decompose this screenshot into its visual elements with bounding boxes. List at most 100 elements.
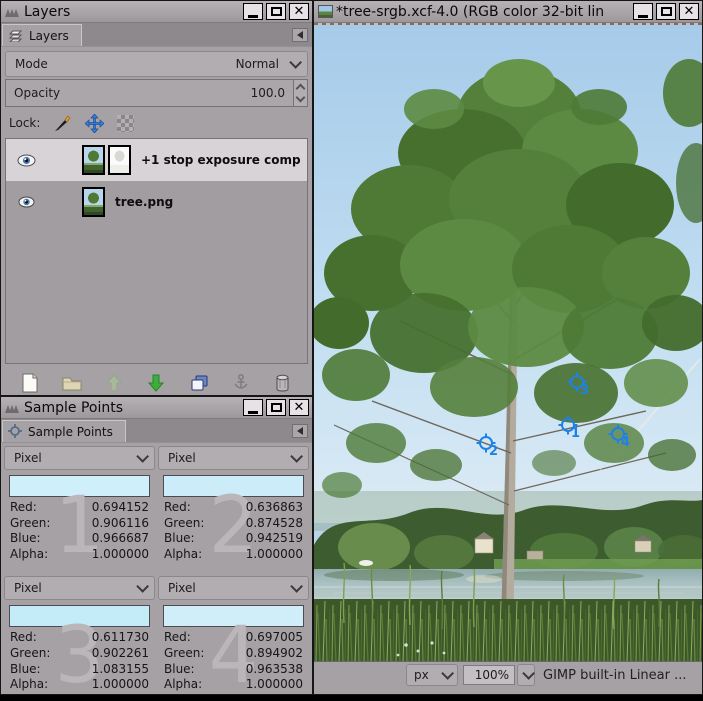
blue-label: Blue: <box>10 531 41 547</box>
sample4-card: 4 Red:0.697005 Green:0.894902 Blue:0.963… <box>158 602 309 698</box>
blue-label: Blue: <box>164 531 195 547</box>
opacity-slider[interactable]: Opacity 100.0 <box>5 79 293 107</box>
red-label: Red: <box>164 500 191 516</box>
minimize-button[interactable] <box>243 3 263 20</box>
sample3-mode-dropdown[interactable]: Pixel <box>4 576 155 600</box>
anchor-layer-button[interactable] <box>228 371 254 395</box>
new-group-button[interactable] <box>59 371 85 395</box>
lock-alpha-toggle[interactable] <box>117 115 134 132</box>
sample1-alpha-value: 1.000000 <box>92 547 149 563</box>
opacity-row: Opacity 100.0 <box>5 79 308 107</box>
layers-window: Layers ✕ Layers Mode Normal Opacity 100.… <box>0 0 313 396</box>
zoom-value: 100% <box>475 668 509 682</box>
sample-marker-number: 2 <box>489 444 498 459</box>
sample2-blue-value: 0.942519 <box>246 531 303 547</box>
sample-marker-2[interactable]: 2 <box>476 433 500 457</box>
chevron-down-icon <box>136 450 149 463</box>
sample-marker-1[interactable]: 1 <box>558 415 582 439</box>
minimize-button[interactable] <box>243 399 263 416</box>
layer-mode-dropdown[interactable]: Mode Normal <box>5 51 308 77</box>
visibility-toggle[interactable] <box>14 154 38 167</box>
opacity-value: 100.0 <box>251 86 285 100</box>
unit-value: px <box>414 668 429 682</box>
layer-row-exposure[interactable]: +1 stop exposure comp <box>6 139 307 181</box>
sample4-red-value: 0.697005 <box>246 630 303 646</box>
arrow-down-icon <box>147 374 165 392</box>
sample2-red-value: 0.636863 <box>246 500 303 516</box>
red-label: Red: <box>164 630 191 646</box>
minimize-button[interactable] <box>633 3 653 20</box>
lock-position-toggle[interactable] <box>85 114 104 133</box>
close-icon: ✕ <box>294 5 305 18</box>
tab-sample-points[interactable]: Sample Points <box>2 420 126 442</box>
sample4-mode-dropdown[interactable]: Pixel <box>158 576 309 600</box>
layers-stack-icon <box>8 29 24 42</box>
sample2-mode-dropdown[interactable]: Pixel <box>158 446 309 470</box>
zoom-input[interactable]: 100% <box>463 665 515 685</box>
close-button[interactable]: ✕ <box>289 3 309 20</box>
alpha-label: Alpha: <box>10 677 48 693</box>
close-button[interactable]: ✕ <box>679 3 699 20</box>
layers-window-title: Layers <box>24 4 240 20</box>
maximize-icon <box>661 7 672 16</box>
sample-marker-4[interactable]: 4 <box>608 424 632 448</box>
maximize-icon <box>271 403 282 412</box>
sample-points-window: Sample Points ✕ Sample Points Pixel Pixe… <box>0 396 313 695</box>
sample-marker-3[interactable]: 3 <box>567 372 591 396</box>
dockable-menu-button[interactable] <box>292 28 308 42</box>
close-icon: ✕ <box>684 5 695 18</box>
minimize-icon <box>248 411 258 414</box>
green-label: Green: <box>164 516 204 532</box>
image-canvas[interactable]: 1 2 3 <box>314 23 702 661</box>
sample-points-titlebar[interactable]: Sample Points ✕ <box>1 397 312 419</box>
visibility-toggle[interactable] <box>14 196 38 208</box>
maximize-icon <box>271 7 282 16</box>
sample2-alpha-value: 1.000000 <box>246 547 303 563</box>
maximize-button[interactable] <box>266 3 286 20</box>
layer-name[interactable]: +1 stop exposure comp <box>141 153 301 167</box>
image-titlebar[interactable]: *tree-srgb.xcf-4.0 (RGB color 32-bit lin… <box>314 1 702 23</box>
new-layer-icon <box>21 373 39 393</box>
lock-paint-toggle[interactable] <box>53 114 72 132</box>
tab-layers[interactable]: Layers <box>2 24 82 46</box>
lower-layer-button[interactable] <box>143 371 169 395</box>
layer-thumbnail[interactable] <box>82 145 105 175</box>
sample1-red-value: 0.694152 <box>92 500 149 516</box>
chevron-down-icon <box>441 667 454 680</box>
layer-row-tree[interactable]: tree.png <box>6 181 307 223</box>
green-label: Green: <box>10 646 50 662</box>
maximize-button[interactable] <box>656 3 676 20</box>
raise-layer-button[interactable] <box>101 371 127 395</box>
unit-dropdown[interactable]: px <box>406 664 458 686</box>
delete-layer-button[interactable] <box>270 371 296 395</box>
new-layer-button[interactable] <box>17 371 43 395</box>
alpha-label: Alpha: <box>164 677 202 693</box>
close-icon: ✕ <box>294 401 305 414</box>
zoom-dropdown-button[interactable] <box>517 664 535 686</box>
arrow-up-icon <box>105 374 123 392</box>
sample4-alpha-value: 1.000000 <box>246 677 303 693</box>
layer-name[interactable]: tree.png <box>115 195 173 209</box>
minimize-icon <box>638 15 648 18</box>
close-button[interactable]: ✕ <box>289 399 309 416</box>
eye-icon <box>17 154 36 167</box>
layer-mask-thumbnail[interactable] <box>108 145 131 175</box>
maximize-button[interactable] <box>266 399 286 416</box>
duplicate-icon <box>189 374 209 392</box>
sample1-mode-dropdown[interactable]: Pixel <box>4 446 155 470</box>
image-window: *tree-srgb.xcf-4.0 (RGB color 32-bit lin… <box>313 0 703 695</box>
sample3-card: 3 Red:0.611730 Green:0.902261 Blue:1.083… <box>4 602 155 698</box>
green-label: Green: <box>164 646 204 662</box>
folder-icon <box>62 375 82 391</box>
layers-titlebar[interactable]: Layers ✕ <box>1 1 312 23</box>
opacity-spinner[interactable] <box>293 79 308 107</box>
dockable-menu-button[interactable] <box>292 424 308 438</box>
duplicate-layer-button[interactable] <box>186 371 212 395</box>
layer-thumbnail[interactable] <box>82 187 105 217</box>
alpha-label: Alpha: <box>164 547 202 563</box>
opacity-label: Opacity <box>14 86 60 100</box>
layer-list: +1 stop exposure comp tree.png <box>5 138 308 364</box>
blue-label: Blue: <box>10 662 41 678</box>
sample1-green-value: 0.906116 <box>92 516 149 532</box>
tab-sample-points-label: Sample Points <box>28 425 113 439</box>
